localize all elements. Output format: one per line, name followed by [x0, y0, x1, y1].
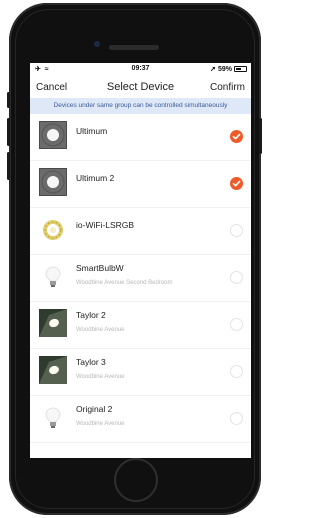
- selected-check-icon[interactable]: [230, 177, 243, 190]
- info-banner: Devices under same group can be controll…: [30, 98, 251, 114]
- confirm-button[interactable]: Confirm: [210, 82, 245, 93]
- volume-up-button: [7, 118, 10, 146]
- battery-percent: 59%: [217, 65, 232, 73]
- device-row[interactable]: Ultimum 2: [30, 161, 251, 208]
- status-bar: ✈ ≈ 09:37 ➚ 59%: [30, 63, 251, 76]
- home-button[interactable]: [114, 458, 158, 502]
- spotlight-photo-icon: [39, 356, 67, 384]
- unselected-radio-icon[interactable]: [230, 271, 243, 284]
- device-name: Taylor 3: [76, 357, 106, 367]
- device-row[interactable]: Ultimum: [30, 114, 251, 161]
- device-name: io-WiFi-LSRGB: [76, 220, 135, 230]
- device-row[interactable]: io-WiFi-LSRGB: [30, 208, 251, 255]
- power-button: [259, 118, 262, 154]
- battery-icon: [234, 66, 247, 72]
- device-name: Taylor 2: [76, 310, 106, 320]
- device-location: Woodbine Avenue Second Bedroom: [76, 280, 173, 286]
- unselected-radio-icon[interactable]: [230, 224, 243, 237]
- device-location: Woodbine Avenue: [76, 327, 125, 333]
- device-name: Original 2: [76, 404, 113, 414]
- device-row[interactable]: Original 2 Woodbine Avenue: [30, 396, 251, 443]
- led-strip-icon: [39, 215, 67, 243]
- navigation-bar: Cancel Select Device Confirm: [30, 76, 251, 98]
- device-name: Ultimum: [76, 126, 108, 136]
- earpiece-speaker: [109, 45, 159, 50]
- mute-switch: [7, 92, 10, 108]
- spotlight-photo-icon: [39, 309, 67, 337]
- unselected-radio-icon[interactable]: [230, 412, 243, 425]
- device-row[interactable]: SmartBulbW Woodbine Avenue Second Bedroom: [30, 255, 251, 302]
- status-right: ➚ 59%: [210, 65, 247, 73]
- volume-down-button: [7, 152, 10, 180]
- bulb-icon: [39, 403, 67, 431]
- bulb-icon: [39, 262, 67, 290]
- device-name: Ultimum 2: [76, 173, 115, 183]
- device-row[interactable]: Taylor 2 Woodbine Avenue: [30, 302, 251, 349]
- device-list: Ultimum Ultimum 2 io-WiFi-LSRGB SmartBulbW W…: [30, 114, 251, 443]
- selected-check-icon[interactable]: [230, 130, 243, 143]
- battery-level: [236, 68, 242, 70]
- app-screen: ✈ ≈ 09:37 ➚ 59% Cancel Select Device Con…: [30, 63, 251, 458]
- device-row[interactable]: Taylor 3 Woodbine Avenue: [30, 349, 251, 396]
- unselected-radio-icon[interactable]: [230, 365, 243, 378]
- downlight-photo-icon: [39, 121, 67, 149]
- location-arrow-icon: ➚: [210, 66, 216, 73]
- device-name: SmartBulbW: [76, 263, 124, 273]
- device-location: Woodbine Avenue: [76, 421, 125, 427]
- front-camera-icon: [94, 41, 100, 47]
- device-location: Woodbine Avenue: [76, 374, 125, 380]
- downlight-photo-icon: [39, 168, 67, 196]
- unselected-radio-icon[interactable]: [230, 318, 243, 331]
